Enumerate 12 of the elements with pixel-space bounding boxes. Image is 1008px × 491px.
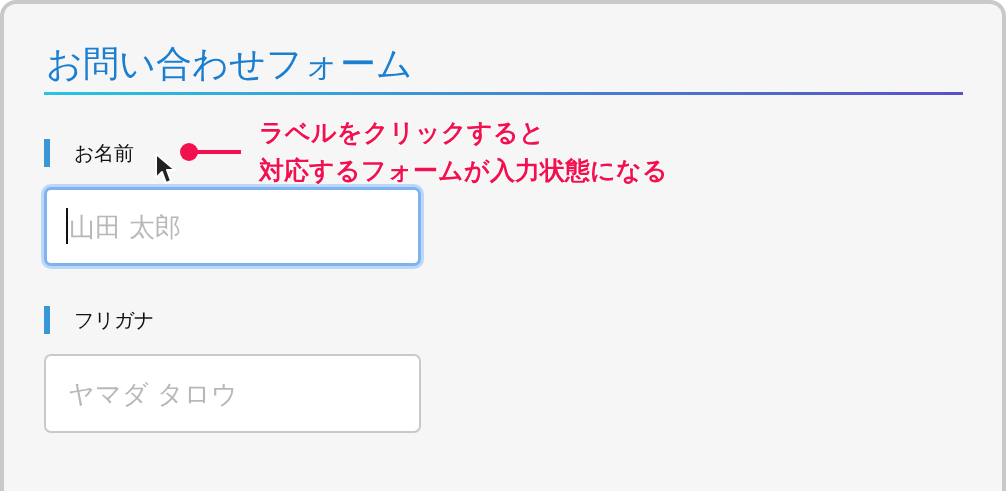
label-marker xyxy=(44,139,50,167)
text-cursor xyxy=(66,208,68,244)
leader-line xyxy=(179,142,241,162)
field-label[interactable]: お名前 xyxy=(74,139,134,167)
input-field[interactable]: 山田 太郎 xyxy=(44,187,421,266)
input-field[interactable]: ヤマダ タロウ xyxy=(44,354,421,433)
label-marker xyxy=(44,306,50,334)
annotation-text: ラベルをクリックすると xyxy=(259,117,546,149)
annotation-text: 対応するフォームが入力状態になる xyxy=(259,155,668,187)
field-label[interactable]: フリガナ xyxy=(74,306,154,334)
form-title: お問い合わせフォーム xyxy=(45,42,413,86)
mouse-pointer-icon xyxy=(154,152,178,186)
